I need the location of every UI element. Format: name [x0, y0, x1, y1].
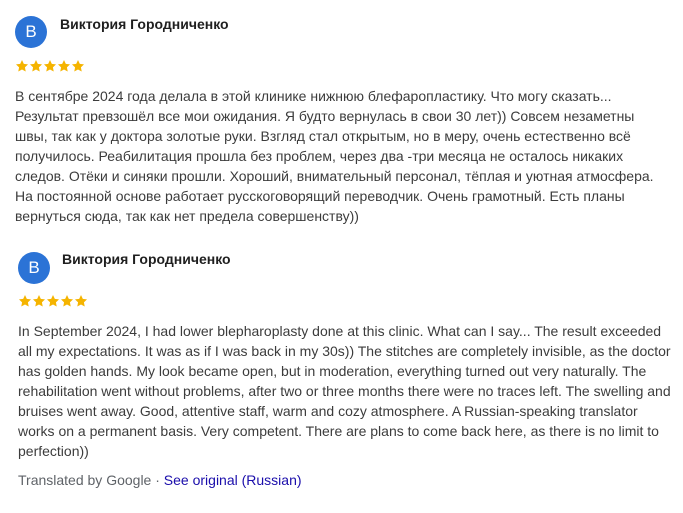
review-text-line: вернуться сюда, так как нет предела сове… [15, 208, 359, 224]
review-text-line: швы, так как у доктора золотые руки. Взг… [15, 128, 631, 144]
review-text: In September 2024, I had lower blepharop… [18, 321, 671, 461]
reviewer-name[interactable]: Виктория Городниченко [60, 16, 229, 32]
star-icon [15, 59, 29, 73]
review-text-line: perfection)) [18, 443, 89, 459]
review-text-line: works on a permanent basis. Very compete… [18, 423, 659, 439]
review-text-line: получилось. Реабилитация прошла без проб… [15, 148, 624, 164]
review-text-line: all my expectations. It was as if I was … [18, 343, 671, 359]
review-text-line: bruises went away. Good, attentive staff… [18, 403, 638, 419]
see-original-link[interactable]: See original (Russian) [164, 472, 302, 488]
translated-by-label: Translated by Google [18, 472, 152, 488]
review-text-line: rehabilitation went without problems, af… [18, 383, 671, 399]
star-icon [60, 294, 74, 308]
avatar[interactable]: В [18, 252, 50, 284]
review-text-line: следов. Отёки и синяки прошли. Хороший, … [15, 168, 654, 184]
footer-separator: · [151, 472, 164, 488]
review-text-line: Результат превзошёл все мои ожидания. Я … [15, 108, 635, 124]
translation-footer: Translated by Google · See original (Rus… [18, 470, 302, 490]
avatar[interactable]: В [15, 16, 47, 48]
star-icon [29, 59, 43, 73]
star-icon [18, 294, 32, 308]
review-text-line: has golden hands. My look became open, b… [18, 363, 647, 379]
star-icon [57, 59, 71, 73]
review-text-line: In September 2024, I had lower blepharop… [18, 323, 662, 339]
star-icon [74, 294, 88, 308]
review-text: В сентябре 2024 года делала в этой клини… [15, 86, 654, 226]
reviewer-name[interactable]: Виктория Городниченко [62, 251, 231, 267]
review-text-line: В сентябре 2024 года делала в этой клини… [15, 88, 612, 104]
review-text-line: На постоянной основе работает русскогово… [15, 188, 625, 204]
star-icon [43, 59, 57, 73]
star-icon [71, 59, 85, 73]
star-icon [32, 294, 46, 308]
star-icon [46, 294, 60, 308]
star-rating [18, 294, 88, 308]
star-rating [15, 59, 85, 73]
